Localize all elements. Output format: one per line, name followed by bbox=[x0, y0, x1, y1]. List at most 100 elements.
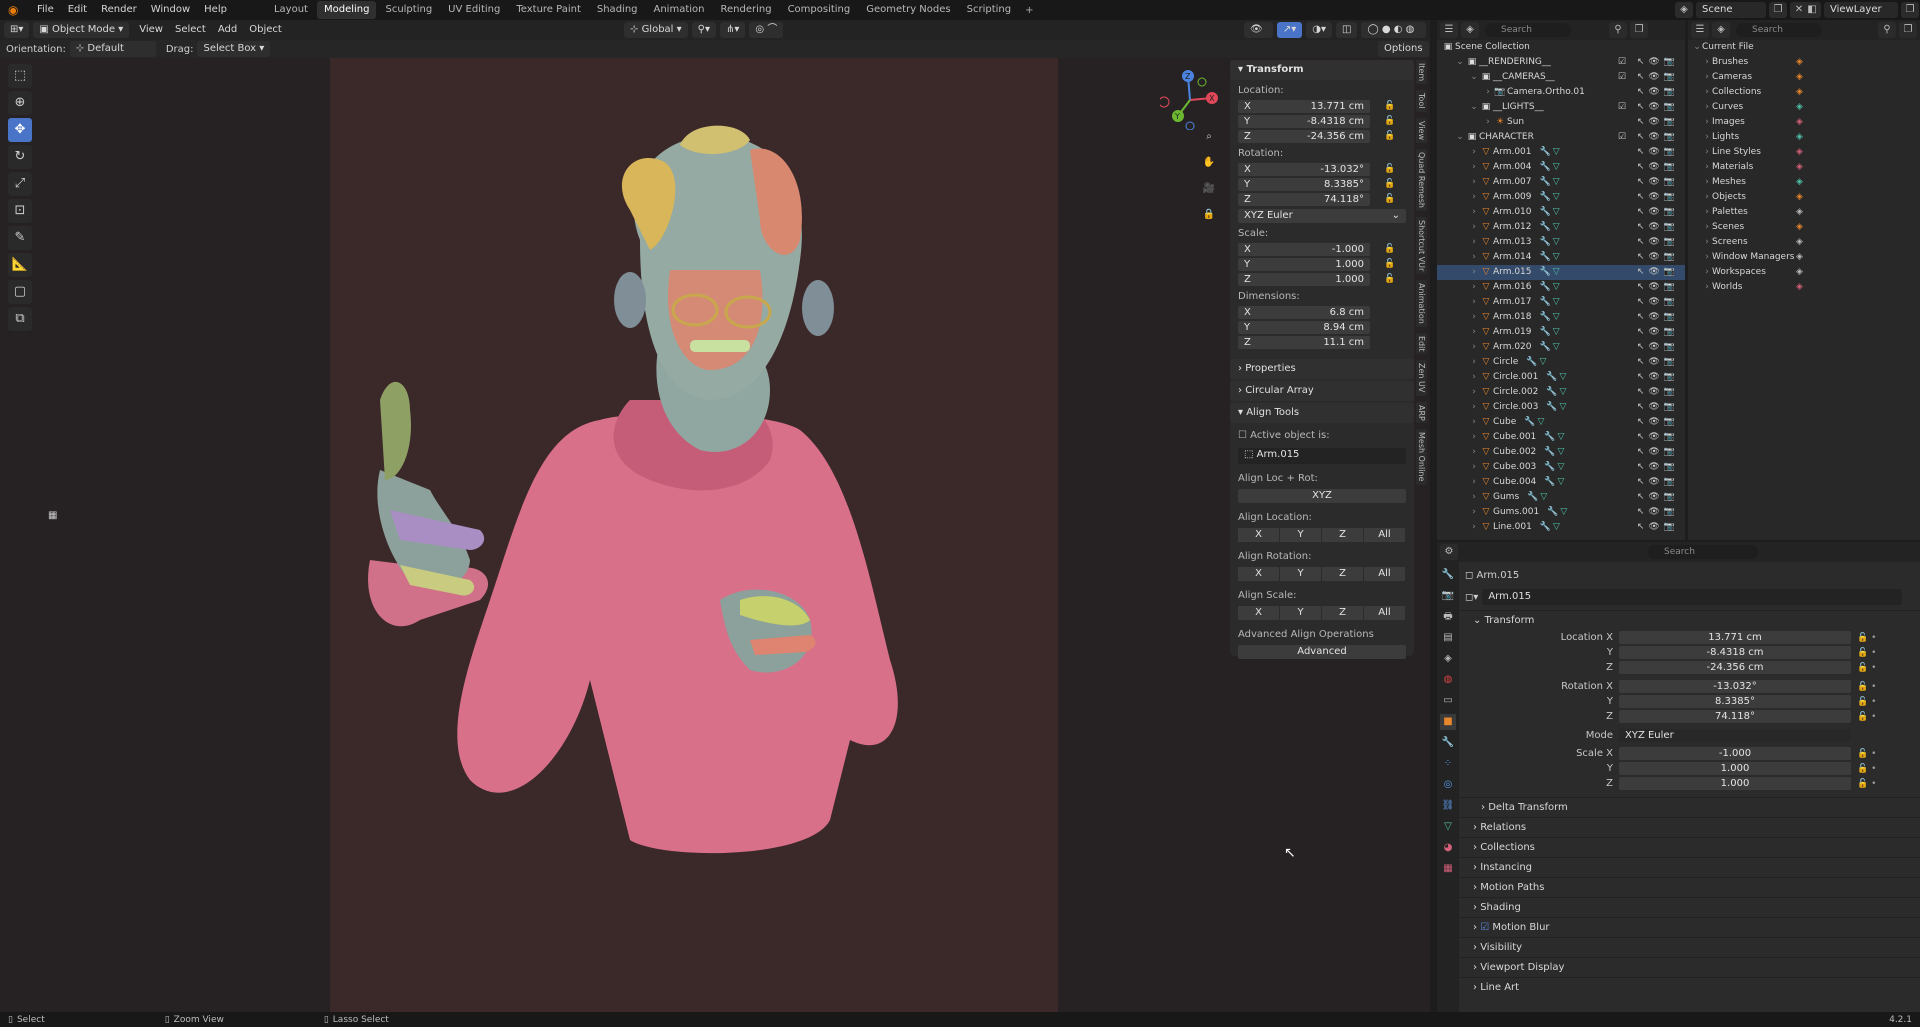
lock-icon[interactable]: 🔓 • bbox=[1857, 712, 1887, 722]
sidebar-tab-view[interactable]: View bbox=[1416, 117, 1427, 143]
outliner-row[interactable]: › ▽ Line.001 🔧▽ ↖👁📷 bbox=[1437, 520, 1685, 535]
ax3-z-button[interactable]: Z bbox=[1322, 606, 1363, 620]
tab-modeling[interactable]: Modeling bbox=[316, 1, 377, 19]
visibility-toggle-icons[interactable]: ↖👁📷 bbox=[1637, 145, 1679, 160]
ax3-x-button[interactable]: X bbox=[1238, 606, 1279, 620]
outliner-row[interactable]: ⌄ ▣ __LIGHTS__ ☑ ↖👁📷 bbox=[1437, 100, 1685, 115]
property-field[interactable]: -8.4318 cm bbox=[1619, 646, 1851, 659]
filter-icon[interactable]: ⚲ bbox=[1609, 22, 1627, 38]
visibility-toggle-icons[interactable]: ↖👁📷 bbox=[1637, 220, 1679, 235]
transform-section-header[interactable]: ⌄ Transform bbox=[1459, 610, 1920, 630]
lock-icon[interactable]: 🔓 • bbox=[1857, 648, 1887, 658]
editor-type-icon[interactable]: ☰ bbox=[1691, 22, 1709, 38]
expand-arrow-icon[interactable]: ⌄ bbox=[1455, 130, 1465, 145]
snap-button[interactable]: ⋔▾ bbox=[720, 22, 746, 38]
visibility-toggle-icons[interactable]: ↖👁📷 bbox=[1637, 340, 1679, 355]
sidebar-tab-zen-uv[interactable]: Zen UV bbox=[1416, 360, 1427, 396]
outliner-row[interactable]: › ▽ Arm.012 🔧▽ ↖👁📷 bbox=[1437, 220, 1685, 235]
new-view-layer-icon[interactable]: ❐ bbox=[1901, 2, 1919, 18]
lock-icon[interactable]: 🔓 bbox=[1384, 131, 1396, 141]
view-layer-selector[interactable]: ViewLayer bbox=[1824, 2, 1898, 18]
property-field[interactable]: 1.000 bbox=[1619, 762, 1851, 775]
ax2-y-button[interactable]: Y bbox=[1280, 567, 1321, 581]
lock-icon[interactable]: 🔓 bbox=[1384, 194, 1396, 204]
chevron-right-icon[interactable]: › bbox=[1702, 265, 1712, 280]
options-dropdown[interactable]: Options ▾ bbox=[1378, 41, 1429, 70]
visibility-toggle-icons[interactable]: ↖👁📷 bbox=[1637, 175, 1679, 190]
lock-icon[interactable]: 🔓 bbox=[1384, 274, 1396, 284]
lock-icon[interactable]: 🔓 bbox=[1384, 179, 1396, 189]
outliner-row[interactable]: › ▽ Cube.004 🔧▽ ↖👁📷 bbox=[1437, 475, 1685, 490]
expand-arrow-icon[interactable]: › bbox=[1483, 85, 1493, 100]
tab-shading[interactable]: Shading bbox=[590, 1, 645, 19]
chevron-right-icon[interactable]: › bbox=[1702, 220, 1712, 235]
object-icon[interactable]: ◻▾ bbox=[1465, 592, 1478, 603]
sidebar-tab-edit[interactable]: Edit bbox=[1416, 332, 1427, 355]
expand-arrow-icon[interactable]: › bbox=[1469, 490, 1479, 505]
section-motion-paths[interactable]: › Motion Paths bbox=[1459, 877, 1920, 897]
location-z-field[interactable]: Z -24.356 cm bbox=[1238, 129, 1370, 143]
visibility-toggle-icons[interactable]: ↖👁📷 bbox=[1637, 475, 1679, 490]
outliner-row[interactable]: › ▽ Arm.016 🔧▽ ↖👁📷 bbox=[1437, 280, 1685, 295]
mode-dropdown[interactable]: XYZ Euler bbox=[1619, 729, 1851, 742]
expand-arrow-icon[interactable]: › bbox=[1469, 160, 1479, 175]
section-viewport-display[interactable]: › Viewport Display bbox=[1459, 957, 1920, 977]
property-field[interactable]: 8.3385° bbox=[1619, 695, 1851, 708]
tab-layout[interactable]: Layout bbox=[267, 1, 315, 19]
outliner-row[interactable]: › ▽ Arm.004 🔧▽ ↖👁📷 bbox=[1437, 160, 1685, 175]
chevron-right-icon[interactable]: › bbox=[1702, 145, 1712, 160]
chevron-right-icon[interactable]: › bbox=[1702, 280, 1712, 295]
expand-arrow-icon[interactable]: › bbox=[1469, 280, 1479, 295]
display-mode-icon[interactable]: ◈ bbox=[1712, 22, 1730, 38]
circular-array-panel-header[interactable]: › Circular Array bbox=[1230, 381, 1414, 401]
lock-icon[interactable]: 🔓 • bbox=[1857, 764, 1887, 774]
shading-modes-icon[interactable]: ◯ ● ◐ ◍ ▾ bbox=[1361, 22, 1426, 51]
rotation-y-field[interactable]: Y 8.3385° bbox=[1238, 177, 1370, 191]
expand-arrow-icon[interactable]: › bbox=[1469, 370, 1479, 385]
editor-type-button[interactable]: ⊞▾ bbox=[4, 22, 30, 38]
file-view-search-input[interactable]: Search bbox=[1736, 23, 1822, 37]
outliner-row[interactable]: › ▽ Cube.001 🔧▽ ↖👁📷 bbox=[1437, 430, 1685, 445]
overlay-icon[interactable]: ◑▾ bbox=[1306, 22, 1333, 38]
outliner-row[interactable]: › ▽ Arm.007 🔧▽ ↖👁📷 bbox=[1437, 175, 1685, 190]
file-item-workspaces[interactable]: › Workspaces ◈ bbox=[1688, 265, 1920, 280]
drag-dropdown[interactable]: Select Box ▾ bbox=[197, 41, 271, 57]
outliner-row[interactable]: › ▽ Gums 🔧▽ ↖👁📷 bbox=[1437, 490, 1685, 505]
property-field[interactable]: -1.000 bbox=[1619, 747, 1851, 760]
file-item-objects[interactable]: › Objects ◈ bbox=[1688, 190, 1920, 205]
texture-tab-icon[interactable]: ▦ bbox=[1440, 861, 1456, 877]
blender-logo-icon[interactable]: ◉ bbox=[8, 3, 24, 17]
pivot-point-button[interactable]: ⚲▾ bbox=[691, 22, 717, 38]
outliner-row[interactable]: › ▽ Cube.003 🔧▽ ↖👁📷 bbox=[1437, 460, 1685, 475]
lock-icon[interactable]: 🔓 • bbox=[1857, 697, 1887, 707]
outliner-row[interactable]: › ▽ Arm.001 🔧▽ ↖👁📷 bbox=[1437, 145, 1685, 160]
visibility-toggle-icons[interactable]: ↖👁📷 bbox=[1637, 310, 1679, 325]
visibility-toggle-icons[interactable]: ↖👁📷 bbox=[1637, 490, 1679, 505]
file-item-line-styles[interactable]: › Line Styles ◈ bbox=[1688, 145, 1920, 160]
file-item-window-managers[interactable]: › Window Managers ◈ bbox=[1688, 250, 1920, 265]
menu-window[interactable]: Window bbox=[144, 0, 197, 20]
visibility-toggle-icons[interactable]: ↖👁📷 bbox=[1637, 370, 1679, 385]
new-item-icon[interactable]: ❐ bbox=[1899, 22, 1917, 38]
visibility-toggle-icons[interactable]: ↖👁📷 bbox=[1637, 355, 1679, 370]
expand-arrow-icon[interactable]: › bbox=[1469, 250, 1479, 265]
ax1-y-button[interactable]: Y bbox=[1280, 528, 1321, 542]
expand-arrow-icon[interactable]: › bbox=[1469, 340, 1479, 355]
current-file-row[interactable]: ⌄ Current File bbox=[1688, 40, 1920, 55]
expand-arrow-icon[interactable]: ⌄ bbox=[1469, 100, 1479, 115]
tab-compositing[interactable]: Compositing bbox=[781, 1, 858, 19]
tab-geometry-nodes[interactable]: Geometry Nodes bbox=[859, 1, 957, 19]
location-x-field[interactable]: X 13.771 cm bbox=[1238, 99, 1370, 113]
align-loc-rot-button[interactable]: XYZ bbox=[1238, 489, 1406, 503]
viewport-menu-add[interactable]: Add bbox=[212, 22, 243, 38]
file-item-curves[interactable]: › Curves ◈ bbox=[1688, 100, 1920, 115]
outliner-row[interactable]: ⌄ ▣ __CAMERAS__ ☑ ↖👁📷 bbox=[1437, 70, 1685, 85]
new-collection-icon[interactable]: ❐ bbox=[1630, 22, 1648, 38]
checkbox-icon[interactable]: ☑ bbox=[1480, 922, 1492, 933]
visibility-toggle-icons[interactable]: ↖👁📷 bbox=[1637, 205, 1679, 220]
zoom-icon[interactable]: ⌕ bbox=[1200, 128, 1218, 146]
cursor-tool[interactable]: ⊕ bbox=[8, 91, 32, 115]
display-mode-icon[interactable]: ◈ bbox=[1461, 22, 1479, 38]
lock-icon[interactable]: 🔓 bbox=[1384, 164, 1396, 174]
expand-arrow-icon[interactable]: › bbox=[1469, 445, 1479, 460]
